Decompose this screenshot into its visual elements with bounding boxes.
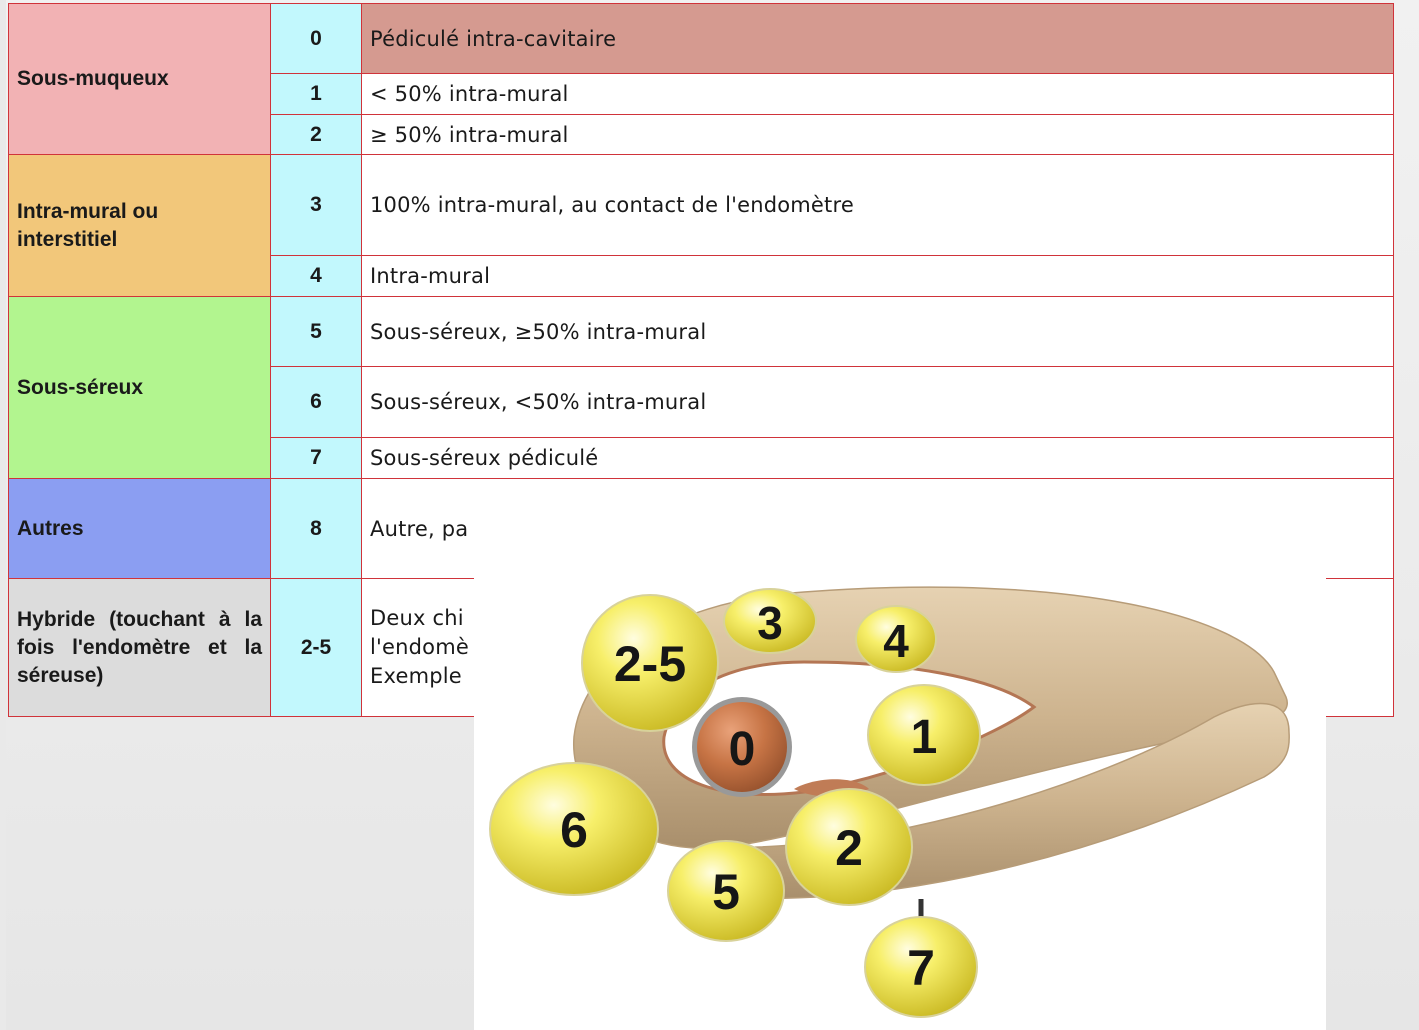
code-cell: 2-5 — [270, 578, 362, 717]
fibroid-0: 0 — [692, 697, 792, 797]
description-cell: Autre, pa — [361, 478, 1394, 579]
description-cell: Pédiculé intra-cavitaire — [361, 3, 1394, 74]
fibroid-2: 2 — [785, 788, 913, 906]
svg-text:4: 4 — [883, 615, 909, 667]
description-cell: Sous-séreux, <50% intra-mural — [361, 366, 1394, 438]
svg-text:0: 0 — [729, 723, 756, 776]
code-cell: 4 — [270, 255, 362, 297]
svg-text:3: 3 — [757, 597, 783, 649]
description-cell: < 50% intra-mural — [361, 73, 1394, 115]
svg-text:5: 5 — [712, 864, 740, 920]
code-cell: 0 — [270, 3, 362, 74]
code-cell: 3 — [270, 154, 362, 256]
fibroid-7: 7 — [864, 899, 978, 1018]
svg-text:6: 6 — [560, 802, 588, 858]
code-cell: 1 — [270, 73, 362, 115]
fibroid-6: 6 — [489, 762, 659, 896]
category-intra-mural: Intra-mural ou interstitiel — [8, 154, 271, 297]
svg-text:2-5: 2-5 — [614, 636, 686, 692]
svg-text:2: 2 — [835, 820, 863, 876]
description-cell: Sous-séreux pédiculé — [361, 437, 1394, 479]
category-sous-muqueux: Sous-muqueux — [8, 3, 271, 155]
fibroid-3: 3 — [723, 588, 817, 654]
description-cell: Sous-séreux, ≥50% intra-mural — [361, 296, 1394, 367]
code-cell: 2 — [270, 114, 362, 155]
category-autres: Autres — [8, 478, 271, 579]
fibroid-5: 5 — [667, 840, 785, 942]
category-sous-sereux: Sous-séreux — [8, 296, 271, 479]
fibroid-1: 1 — [867, 684, 981, 786]
table-row: Sous-muqueux 0 Pédiculé intra-cavitaire — [8, 3, 1394, 155]
code-cell: 6 — [270, 366, 362, 438]
fibroid-4: 4 — [855, 605, 937, 673]
svg-text:7: 7 — [907, 940, 935, 996]
description-cell: ≥ 50% intra-mural — [361, 114, 1394, 155]
svg-text:1: 1 — [911, 711, 938, 764]
description-cell: Intra-mural — [361, 255, 1394, 297]
code-cell: 5 — [270, 296, 362, 367]
code-cell: 7 — [270, 437, 362, 479]
fibroid-2-5: 2-5 — [581, 594, 719, 732]
uterus-fibroid-diagram: 6 2-5 3 4 1 0 2 5 7 — [474, 577, 1326, 1030]
table-row: Intra-mural ou interstitiel 3 100% intra… — [8, 154, 1394, 297]
table-row: Sous-séreux 5 Sous-séreux, ≥50% intra-mu… — [8, 296, 1394, 479]
description-cell: 100% intra-mural, au contact de l'endomè… — [361, 154, 1394, 256]
table-row: Autres 8 Autre, pa — [8, 478, 1394, 579]
category-hybride: Hybride (touchant à la fois l'endomètre … — [8, 578, 271, 717]
uterus-illustration: 6 2-5 3 4 1 0 2 5 7 — [489, 586, 1290, 1018]
code-cell: 8 — [270, 478, 362, 579]
